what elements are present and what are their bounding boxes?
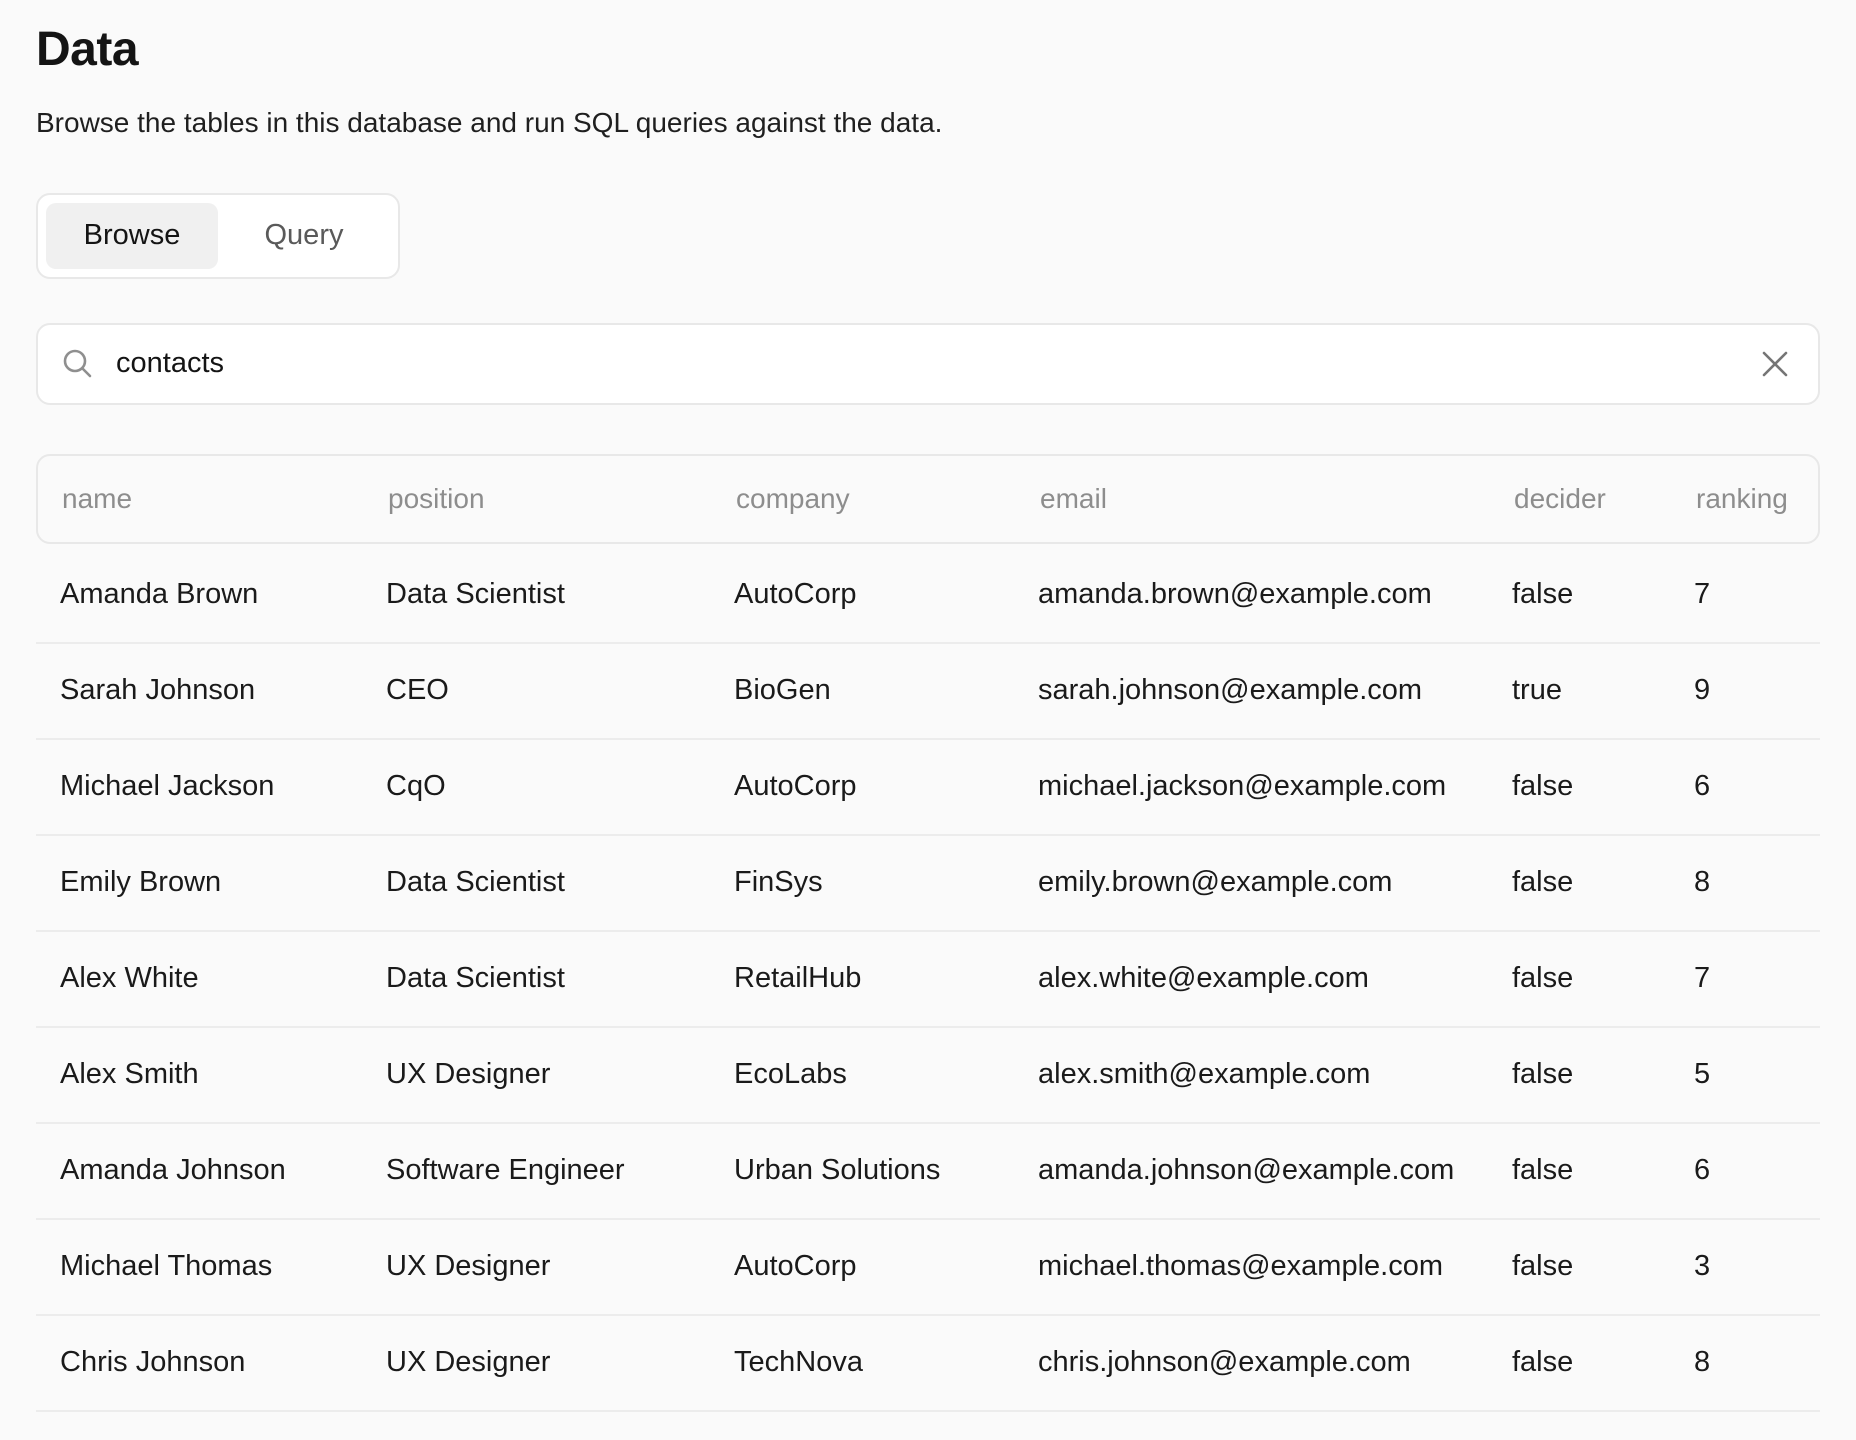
cell-name: Alex Smith <box>60 1058 386 1091</box>
column-header-company: company <box>736 483 1040 515</box>
search-icon <box>60 346 96 382</box>
cell-company: EcoLabs <box>734 1058 1038 1091</box>
cell-email: emily.brown@example.com <box>1038 866 1512 899</box>
table-row: Michael Thomas UX Designer AutoCorp mich… <box>36 1220 1820 1316</box>
table-row: Amanda Brown Data Scientist AutoCorp ama… <box>36 548 1820 644</box>
cell-ranking: 3 <box>1694 1250 1796 1283</box>
cell-ranking: 7 <box>1694 578 1796 611</box>
clear-search-button[interactable] <box>1760 349 1790 379</box>
table-header-row: name position company email decider rank… <box>36 454 1820 544</box>
column-header-decider: decider <box>1514 483 1696 515</box>
cell-decider: false <box>1512 866 1694 899</box>
table-row: Chris Johnson UX Designer TechNova chris… <box>36 1316 1820 1412</box>
cell-position: UX Designer <box>386 1250 734 1283</box>
cell-email: chris.johnson@example.com <box>1038 1346 1512 1379</box>
cell-email: alex.white@example.com <box>1038 962 1512 995</box>
cell-name: Sarah Johnson <box>60 674 386 707</box>
cell-company: Urban Solutions <box>734 1154 1038 1187</box>
cell-ranking: 6 <box>1694 770 1796 803</box>
cell-email: amanda.brown@example.com <box>1038 578 1512 611</box>
cell-company: FinSys <box>734 866 1038 899</box>
cell-ranking: 6 <box>1694 1154 1796 1187</box>
page-subtitle: Browse the tables in this database and r… <box>36 103 1820 143</box>
cell-position: CEO <box>386 674 734 707</box>
table-row: Alex Smith UX Designer EcoLabs alex.smit… <box>36 1028 1820 1124</box>
cell-email: michael.jackson@example.com <box>1038 770 1512 803</box>
cell-position: Data Scientist <box>386 578 734 611</box>
cell-name: Michael Thomas <box>60 1250 386 1283</box>
cell-decider: false <box>1512 770 1694 803</box>
cell-company: RetailHub <box>734 962 1038 995</box>
cell-position: Data Scientist <box>386 962 734 995</box>
cell-name: Emily Brown <box>60 866 386 899</box>
cell-ranking: 5 <box>1694 1058 1796 1091</box>
cell-company: AutoCorp <box>734 770 1038 803</box>
cell-ranking: 7 <box>1694 962 1796 995</box>
column-header-name: name <box>62 483 388 515</box>
cell-position: UX Designer <box>386 1058 734 1091</box>
cell-decider: false <box>1512 962 1694 995</box>
data-page: Data Browse the tables in this database … <box>0 0 1856 1412</box>
cell-email: michael.thomas@example.com <box>1038 1250 1512 1283</box>
table-body: Amanda Brown Data Scientist AutoCorp ama… <box>36 548 1820 1412</box>
tab-query[interactable]: Query <box>218 203 390 269</box>
cell-decider: false <box>1512 578 1694 611</box>
cell-company: BioGen <box>734 674 1038 707</box>
table-row: Sarah Johnson CEO BioGen sarah.johnson@e… <box>36 644 1820 740</box>
column-header-ranking: ranking <box>1696 483 1794 515</box>
close-icon <box>1760 349 1790 379</box>
cell-position: Software Engineer <box>386 1154 734 1187</box>
table-row: Amanda Johnson Software Engineer Urban S… <box>36 1124 1820 1220</box>
table-row: Emily Brown Data Scientist FinSys emily.… <box>36 836 1820 932</box>
cell-company: TechNova <box>734 1346 1038 1379</box>
cell-decider: false <box>1512 1346 1694 1379</box>
table-search-bar[interactable] <box>36 323 1820 405</box>
cell-decider: false <box>1512 1058 1694 1091</box>
table-row: Alex White Data Scientist RetailHub alex… <box>36 932 1820 1028</box>
column-header-position: position <box>388 483 736 515</box>
cell-decider: true <box>1512 674 1694 707</box>
cell-email: amanda.johnson@example.com <box>1038 1154 1512 1187</box>
search-input[interactable] <box>116 347 1760 380</box>
cell-company: AutoCorp <box>734 578 1038 611</box>
cell-name: Amanda Johnson <box>60 1154 386 1187</box>
cell-decider: false <box>1512 1154 1694 1187</box>
cell-decider: false <box>1512 1250 1694 1283</box>
cell-name: Michael Jackson <box>60 770 386 803</box>
table-row: Michael Jackson CqO AutoCorp michael.jac… <box>36 740 1820 836</box>
cell-email: sarah.johnson@example.com <box>1038 674 1512 707</box>
tab-browse[interactable]: Browse <box>46 203 218 269</box>
cell-position: Data Scientist <box>386 866 734 899</box>
cell-name: Amanda Brown <box>60 578 386 611</box>
cell-name: Chris Johnson <box>60 1346 386 1379</box>
cell-position: UX Designer <box>386 1346 734 1379</box>
cell-company: AutoCorp <box>734 1250 1038 1283</box>
cell-ranking: 9 <box>1694 674 1796 707</box>
contacts-table: name position company email decider rank… <box>36 454 1820 1412</box>
view-mode-tab-group: Browse Query <box>36 193 400 279</box>
cell-name: Alex White <box>60 962 386 995</box>
cell-ranking: 8 <box>1694 866 1796 899</box>
cell-ranking: 8 <box>1694 1346 1796 1379</box>
cell-email: alex.smith@example.com <box>1038 1058 1512 1091</box>
page-title: Data <box>36 24 1820 77</box>
column-header-email: email <box>1040 483 1514 515</box>
cell-position: CqO <box>386 770 734 803</box>
